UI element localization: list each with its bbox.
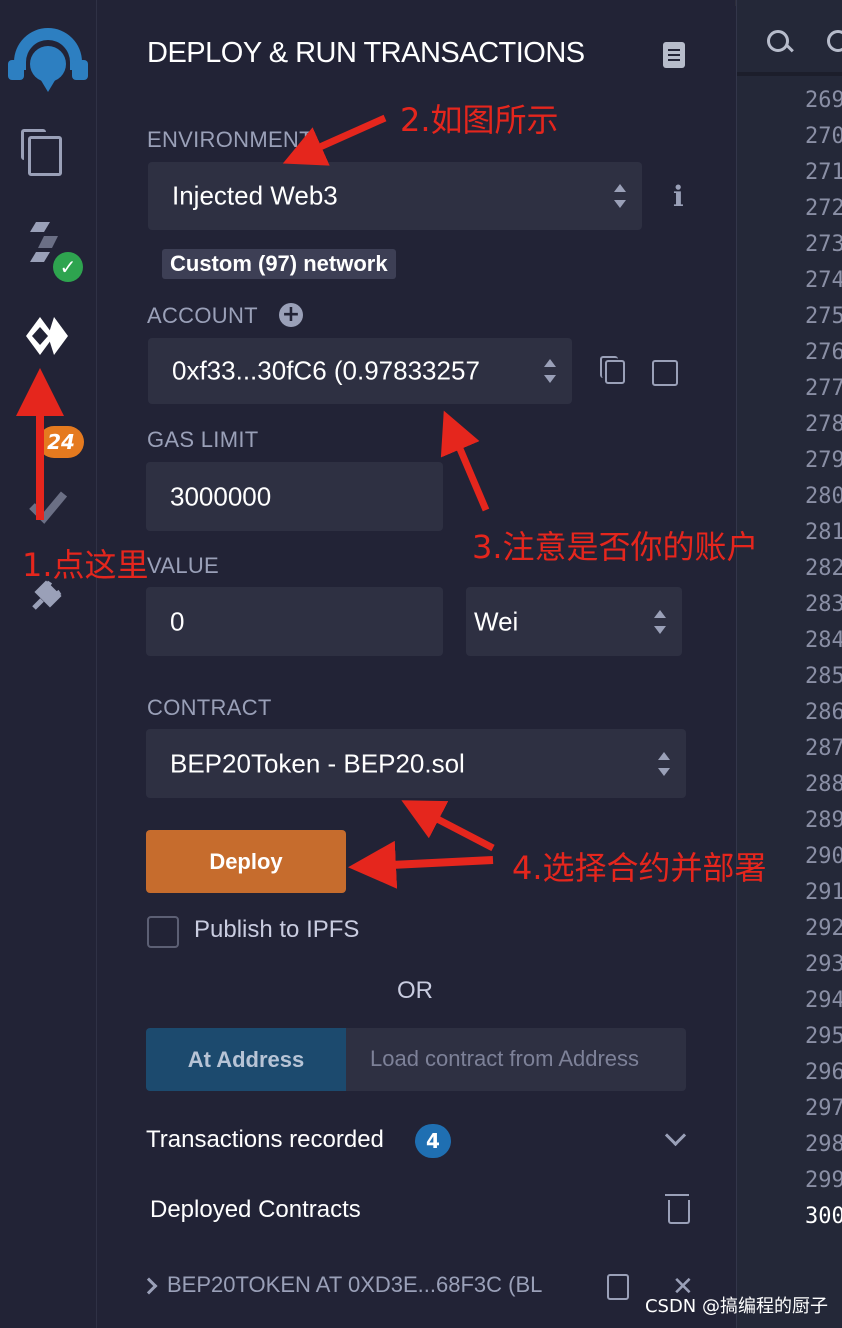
annotation-step2: 2.如图所示: [400, 101, 559, 139]
line-number: 277: [805, 376, 842, 401]
zoom-out-icon[interactable]: [767, 30, 789, 52]
line-number: 296: [805, 1060, 842, 1085]
value-unit: Wei: [474, 606, 519, 636]
remix-logo-icon[interactable]: [6, 22, 90, 96]
line-number: 286: [805, 700, 842, 725]
load-contract-placeholder: Load contract from Address: [370, 1046, 640, 1071]
contract-label: CONTRACT: [147, 695, 272, 720]
gas-limit-input[interactable]: 3000000: [146, 462, 443, 531]
value-amount: 0: [170, 606, 185, 636]
csdn-watermark: CSDN @搞编程的厨子: [644, 1296, 828, 1317]
chevron-right-icon[interactable]: [140, 1277, 158, 1295]
line-number: 289: [805, 808, 842, 833]
line-number: 295: [805, 1024, 842, 1049]
copy-icon[interactable]: [600, 356, 625, 384]
deploy-run-icon[interactable]: [26, 315, 68, 357]
account-label: ACCOUNT: [147, 303, 258, 328]
publish-ipfs-checkbox[interactable]: [147, 916, 179, 948]
account-select[interactable]: 0xf33...30fC6 (0.97833257: [148, 338, 572, 404]
annotation-step3: 3.注意是否你的账户: [472, 528, 759, 566]
info-icon[interactable]: i: [673, 180, 684, 213]
line-number: 287: [805, 736, 842, 761]
environment-value: Injected Web3: [172, 180, 338, 211]
line-number: 299: [805, 1168, 842, 1193]
add-account-icon[interactable]: +: [279, 303, 303, 327]
edit-icon[interactable]: [652, 360, 678, 386]
deployed-contract-item[interactable]: BEP20TOKEN AT 0XD3E...68F3C (BL: [140, 1272, 543, 1298]
line-number: 282: [805, 556, 842, 581]
load-contract-address-input[interactable]: Load contract from Address: [346, 1028, 686, 1091]
line-number: 270: [805, 124, 842, 149]
publish-ipfs-label: Publish to IPFS: [194, 916, 360, 943]
environment-label: ENVIRONMENT: [147, 127, 313, 152]
solidity-compiler-icon[interactable]: [30, 222, 58, 262]
environment-select[interactable]: Injected Web3: [148, 162, 642, 230]
line-number: 274: [805, 268, 842, 293]
line-number: 294: [805, 988, 842, 1013]
line-number: 288: [805, 772, 842, 797]
line-number: 269: [805, 88, 842, 113]
line-number: 291: [805, 880, 842, 905]
line-number: 276: [805, 340, 842, 365]
account-value: 0xf33...30fC6 (0.97833257: [172, 355, 480, 386]
network-badge: Custom (97) network: [162, 249, 396, 279]
plugin-count-badge: 24: [38, 426, 84, 458]
line-number: 273: [805, 232, 842, 257]
compile-success-icon: ✓: [53, 252, 83, 282]
transactions-recorded-label[interactable]: Transactions recorded: [146, 1126, 384, 1154]
select-arrows-icon: [614, 184, 626, 208]
chevron-down-icon[interactable]: [664, 1124, 687, 1147]
line-number: 275: [805, 304, 842, 329]
line-number: 279: [805, 448, 842, 473]
or-divider: OR: [397, 977, 433, 1004]
line-number: 278: [805, 412, 842, 437]
annotation-step4: 4.选择合约并部署: [512, 849, 767, 887]
select-arrows-icon: [658, 751, 670, 776]
line-number: 280: [805, 484, 842, 509]
editor-tab-bar: [737, 72, 842, 76]
value-unit-select[interactable]: Wei: [466, 587, 682, 656]
annotation-step1: 1.点这里: [22, 546, 149, 584]
trash-icon[interactable]: [665, 1194, 690, 1224]
value-input[interactable]: 0: [146, 587, 443, 656]
gas-limit-value: 3000000: [170, 481, 272, 511]
gas-limit-label: GAS LIMIT: [147, 427, 259, 452]
panel-title: DEPLOY & RUN TRANSACTIONS: [147, 37, 585, 69]
contract-value: BEP20Token - BEP20.sol: [170, 748, 465, 778]
line-number: 292: [805, 916, 842, 941]
line-number: 285: [805, 664, 842, 689]
copy-address-icon[interactable]: [607, 1274, 629, 1300]
file-explorer-icon[interactable]: [21, 129, 62, 176]
line-number: 290: [805, 844, 842, 869]
line-number: 281: [805, 520, 842, 545]
deploy-button[interactable]: Deploy: [146, 830, 346, 893]
line-number: 297: [805, 1096, 842, 1121]
select-arrows-icon: [654, 609, 666, 634]
line-number: 300: [805, 1204, 842, 1229]
icon-panel: ✓ 24: [0, 0, 97, 1328]
transactions-count-badge: 4: [415, 1124, 451, 1158]
unit-testing-icon[interactable]: [28, 486, 68, 526]
deployed-contracts-label: Deployed Contracts: [150, 1196, 361, 1223]
line-number: 272: [805, 196, 842, 221]
contract-select[interactable]: BEP20Token - BEP20.sol: [146, 729, 686, 798]
editor-pane: 269 270 271 272 273 274 275 276 277 278 279 280 281 2…: [736, 0, 842, 1328]
at-address-button[interactable]: At Address: [146, 1028, 346, 1091]
line-number: 284: [805, 628, 842, 653]
line-number: 283: [805, 592, 842, 617]
select-arrows-icon: [544, 359, 556, 383]
deployed-contract-label: BEP20TOKEN AT 0XD3E...68F3C (BL: [167, 1272, 543, 1297]
deploy-run-panel: DEPLOY & RUN TRANSACTIONS ENVIRONMENT In…: [97, 0, 735, 1328]
zoom-in-icon[interactable]: [827, 30, 842, 52]
documentation-icon[interactable]: [663, 42, 685, 68]
value-label: VALUE: [147, 553, 220, 578]
line-number: 293: [805, 952, 842, 977]
line-number: 271: [805, 160, 842, 185]
line-number: 298: [805, 1132, 842, 1157]
